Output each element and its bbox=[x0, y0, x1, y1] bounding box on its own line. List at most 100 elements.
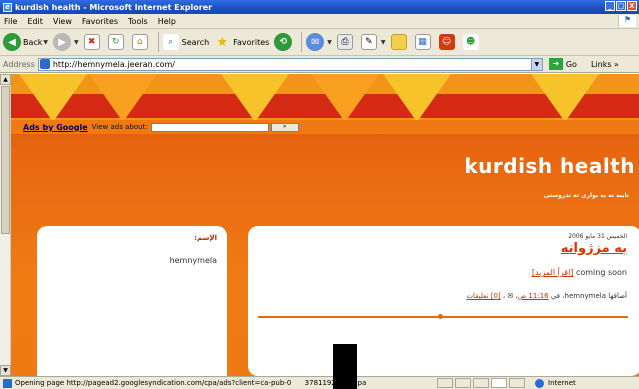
scroll-down-arrow-icon[interactable]: ▼ bbox=[0, 365, 11, 376]
forward-button[interactable]: ▶ ▼ bbox=[53, 33, 79, 51]
post-author: hemnymela bbox=[564, 292, 607, 300]
mail-dropdown-icon[interactable]: ▼ bbox=[327, 39, 332, 46]
search-button[interactable]: ⌕ Search bbox=[162, 34, 209, 50]
status-cell bbox=[509, 378, 525, 388]
read-more-link[interactable]: [اقرأ المزيد] bbox=[532, 268, 574, 277]
back-label: Back bbox=[23, 37, 43, 47]
menu-file[interactable]: File bbox=[4, 17, 17, 26]
status-cell bbox=[473, 378, 489, 388]
post-time-link[interactable]: 11:16 ص bbox=[518, 292, 549, 300]
ads-search-input[interactable] bbox=[150, 122, 269, 132]
window-controls: _ □ X bbox=[605, 1, 637, 11]
banner-triangle bbox=[531, 74, 599, 122]
menu-favorites[interactable]: Favorites bbox=[82, 17, 118, 26]
refresh-button[interactable]: ↻ bbox=[107, 34, 127, 50]
links-button[interactable]: Links » bbox=[591, 60, 619, 69]
folder-icon bbox=[390, 34, 407, 50]
site-title[interactable]: kurdish health bbox=[464, 154, 635, 178]
ads-bar: Ads by Google View ads about: » bbox=[11, 120, 639, 134]
post-meta: أضافها hemnymela، في 11:16 ص، ✉ ، [0] تع… bbox=[466, 292, 627, 300]
back-arrow-icon: ◀ bbox=[3, 33, 21, 51]
menu-edit[interactable]: Edit bbox=[27, 17, 43, 26]
edit-button[interactable]: ✎ ▼ bbox=[360, 34, 386, 50]
ie-icon: e bbox=[3, 2, 12, 12]
post-body: [اقرأ المزيد] coming soon bbox=[532, 268, 627, 277]
zone-label: Internet bbox=[548, 379, 576, 387]
back-dropdown-icon[interactable]: ▼ bbox=[43, 39, 48, 46]
post-divider bbox=[258, 314, 628, 319]
browser-window: e kurdish health - Microsoft Internet Ex… bbox=[0, 0, 639, 389]
address-dropdown-icon[interactable]: ▼ bbox=[530, 58, 542, 70]
web-page: Ads by Google View ads about: » kurdish … bbox=[11, 74, 639, 376]
menu-view[interactable]: View bbox=[53, 17, 72, 26]
author-prefix: أضافها bbox=[608, 292, 627, 300]
go-button[interactable]: ➔ Go bbox=[548, 58, 577, 70]
ads-go-button[interactable]: » bbox=[270, 122, 299, 132]
minimize-button[interactable]: _ bbox=[605, 1, 615, 11]
research-icon: ▦ bbox=[414, 34, 431, 50]
menu-tools[interactable]: Tools bbox=[128, 17, 148, 26]
status-text: Opening page http://pagead2.googlesyndic… bbox=[15, 379, 435, 387]
mail-button[interactable]: ✉ ▼ bbox=[306, 33, 332, 51]
stop-button[interactable]: ✖ bbox=[83, 34, 103, 50]
banner-triangle bbox=[19, 74, 87, 122]
home-icon: ⌂ bbox=[131, 34, 148, 50]
address-url: http://hemnymela.jeeran.com/ bbox=[52, 59, 175, 69]
banner-triangle bbox=[383, 74, 451, 122]
post-box: الخميس 31 مايو 2006 به مزژوانه [اقرأ الم… bbox=[248, 226, 639, 376]
time-prefix: ، في bbox=[550, 292, 565, 300]
vertical-scrollbar[interactable]: ▲ ▼ bbox=[0, 74, 11, 376]
favorites-label: Favorites bbox=[233, 37, 270, 47]
print-button[interactable]: ⎙ bbox=[336, 34, 356, 50]
profile-name-label: الإسم: bbox=[194, 234, 217, 242]
post-date: الخميس 31 مايو 2006 bbox=[568, 233, 627, 240]
favorites-button[interactable]: ★ Favorites bbox=[214, 34, 269, 50]
status-bar: Opening page http://pagead2.googlesyndic… bbox=[0, 376, 639, 389]
redaction-block bbox=[333, 344, 357, 389]
toolbar-separator bbox=[301, 32, 303, 52]
progress-cell bbox=[491, 378, 507, 388]
search-icon: ⌕ bbox=[162, 34, 179, 50]
email-post-icon[interactable]: ✉ bbox=[507, 292, 513, 300]
folder-button[interactable] bbox=[390, 34, 410, 50]
banner-triangle bbox=[311, 74, 379, 122]
loading-page-icon bbox=[3, 378, 12, 388]
scroll-up-arrow-icon[interactable]: ▲ bbox=[0, 74, 11, 85]
menu-bar: File Edit View Favorites Tools Help ⚑ bbox=[0, 14, 639, 29]
ads-view-label: View ads about: bbox=[91, 123, 148, 131]
scroll-thumb[interactable] bbox=[1, 86, 10, 234]
header-banner bbox=[11, 74, 639, 124]
ads-by-google-link[interactable]: Ads by Google bbox=[23, 123, 88, 132]
home-button[interactable]: ⌂ bbox=[131, 34, 151, 50]
address-input[interactable]: http://hemnymela.jeeran.com/ ▼ bbox=[37, 57, 543, 71]
toolbar-separator bbox=[157, 32, 159, 52]
restore-button[interactable]: □ bbox=[616, 1, 626, 11]
site-description: تايبه ته به بواری ته ندروستی bbox=[543, 192, 629, 199]
forward-dropdown-icon[interactable]: ▼ bbox=[74, 39, 79, 46]
address-label: Address bbox=[3, 59, 35, 69]
windows-logo-icon: ⚑ bbox=[618, 15, 636, 27]
security-zone[interactable]: Internet bbox=[535, 378, 576, 388]
internet-zone-icon bbox=[535, 378, 544, 388]
banner-triangle bbox=[89, 74, 157, 122]
edit-dropdown-icon[interactable]: ▼ bbox=[381, 39, 386, 46]
stop-icon: ✖ bbox=[83, 34, 100, 50]
profile-name: hemnymela bbox=[169, 256, 217, 265]
buddies-button[interactable]: ☻ bbox=[462, 34, 482, 50]
post-title[interactable]: به مزژوانه bbox=[561, 241, 627, 256]
close-button[interactable]: X bbox=[627, 1, 637, 11]
post-text: coming soon bbox=[575, 268, 627, 277]
back-button[interactable]: ◀ Back ▼ bbox=[3, 33, 48, 51]
favorites-star-icon: ★ bbox=[216, 34, 228, 50]
status-cell bbox=[455, 378, 471, 388]
forward-arrow-icon: ▶ bbox=[53, 33, 72, 51]
history-button[interactable]: ⟲ bbox=[274, 33, 294, 51]
banner-triangle bbox=[221, 74, 289, 122]
comments-link[interactable]: [0] تعليقات bbox=[466, 292, 500, 300]
messenger-button[interactable]: ☺ bbox=[438, 34, 458, 50]
go-label: Go bbox=[565, 59, 577, 69]
menu-help[interactable]: Help bbox=[158, 17, 176, 26]
research-button[interactable]: ▦ bbox=[414, 34, 434, 50]
address-bar: Address http://hemnymela.jeeran.com/ ▼ ➔… bbox=[0, 56, 639, 73]
page-viewport: ▲ ▼ Ads by Google View ads about: » kurd… bbox=[0, 74, 639, 376]
